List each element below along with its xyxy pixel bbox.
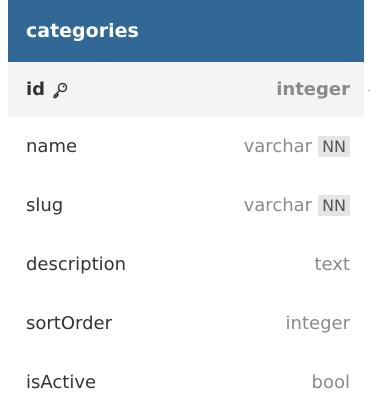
column-row-isactive[interactable]: isActive bool bbox=[8, 353, 364, 412]
column-type: bool bbox=[311, 372, 350, 393]
column-type: varchar bbox=[243, 136, 313, 157]
column-row-name[interactable]: name varchar NN bbox=[8, 117, 364, 176]
not-null-badge: NN bbox=[318, 194, 350, 217]
column-name: id bbox=[26, 79, 46, 100]
column-type: integer bbox=[276, 79, 350, 100]
column-name: name bbox=[26, 136, 78, 157]
column-type: text bbox=[314, 254, 350, 275]
column-name: sortOrder bbox=[26, 313, 113, 334]
key-icon bbox=[51, 81, 69, 99]
column-row-description[interactable]: description text bbox=[8, 235, 364, 294]
column-name: slug bbox=[26, 195, 64, 216]
not-null-badge: NN bbox=[318, 135, 350, 158]
column-row-sortorder[interactable]: sortOrder integer bbox=[8, 294, 364, 353]
column-row-slug[interactable]: slug varchar NN bbox=[8, 176, 364, 235]
column-type: integer bbox=[285, 313, 350, 334]
column-type: varchar bbox=[243, 195, 313, 216]
column-row-id[interactable]: id integer bbox=[8, 62, 370, 117]
column-name: isActive bbox=[26, 372, 97, 393]
table-title: categories bbox=[26, 19, 139, 42]
column-name: description bbox=[26, 254, 127, 275]
table-node-categories[interactable]: categories id integer name varchar NN sl… bbox=[8, 0, 370, 415]
table-header[interactable]: categories bbox=[8, 0, 364, 62]
